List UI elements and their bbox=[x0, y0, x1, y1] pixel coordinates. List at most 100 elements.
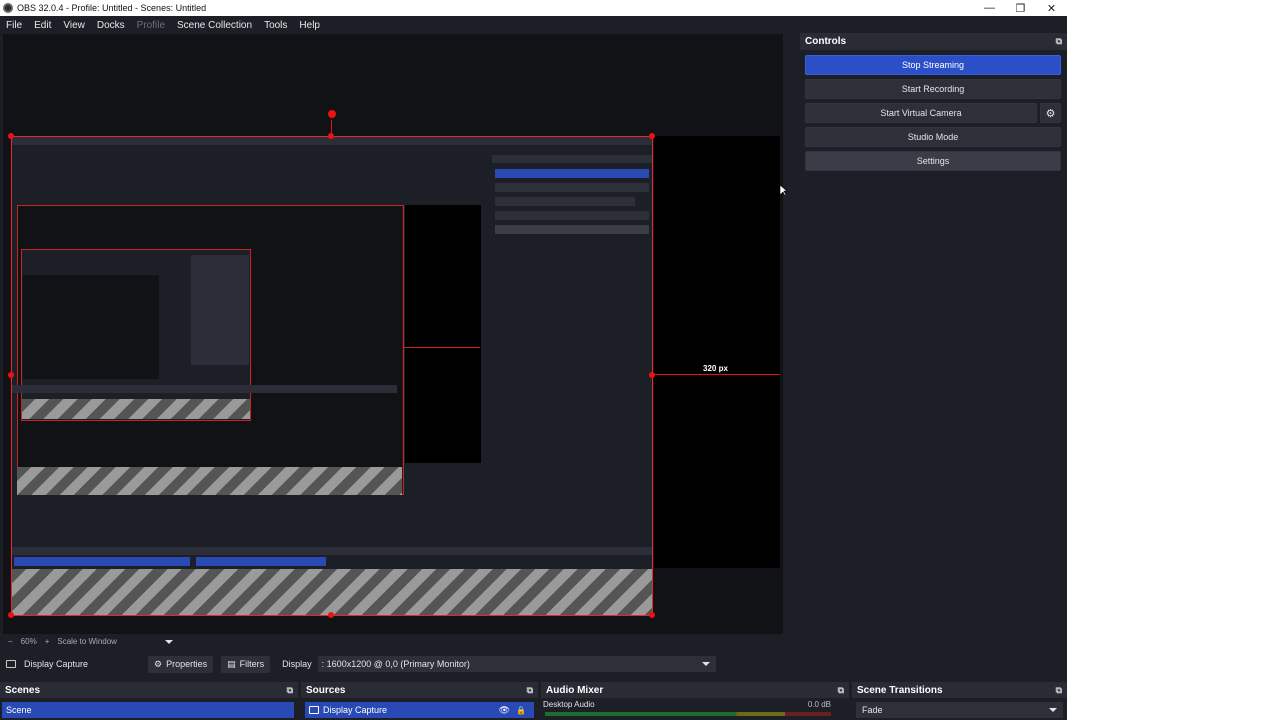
zoom-dropdown-icon[interactable] bbox=[157, 637, 173, 646]
display-capture-source[interactable] bbox=[11, 136, 653, 616]
distance-guide-label: 320 px bbox=[703, 364, 728, 373]
scene-list-item[interactable]: Scene bbox=[2, 702, 294, 718]
nested-nested-redbox bbox=[21, 249, 251, 421]
menu-edit[interactable]: Edit bbox=[28, 20, 57, 31]
transform-handle-r[interactable] bbox=[649, 372, 655, 378]
mixer-channel-level: 0.0 dB bbox=[807, 700, 831, 709]
studio-mode-button[interactable]: Studio Mode bbox=[805, 127, 1061, 147]
sources-title: Sources bbox=[306, 684, 346, 696]
restore-button[interactable]: ❐ bbox=[1005, 0, 1036, 16]
scale-to-window[interactable]: Scale to Window bbox=[57, 637, 117, 646]
gear-icon: ⚙ bbox=[154, 658, 163, 669]
controls-dock-title: Controls ⧉ bbox=[800, 33, 1067, 50]
transform-handle-tr[interactable] bbox=[649, 133, 655, 139]
scenes-dock: Scenes ⧉ Scene bbox=[0, 682, 298, 720]
chevron-down-icon bbox=[701, 662, 710, 666]
source-item-label: Display Capture bbox=[323, 705, 388, 715]
undock-icon[interactable]: ⧉ bbox=[287, 685, 293, 696]
chevron-down-icon bbox=[1049, 708, 1057, 712]
transform-handle-t[interactable] bbox=[328, 133, 334, 139]
source-list-item[interactable]: Display Capture 👁 🔒 bbox=[305, 702, 534, 718]
nested-stop-streaming bbox=[495, 169, 649, 178]
filter-icon: ▤ bbox=[227, 658, 236, 669]
undock-icon[interactable]: ⧉ bbox=[1056, 685, 1062, 696]
obs-app-icon bbox=[3, 3, 13, 13]
nested-canvas-black bbox=[405, 205, 481, 463]
transform-handle-bl[interactable] bbox=[8, 612, 14, 618]
rotation-handle[interactable] bbox=[328, 110, 336, 118]
volume-meter bbox=[545, 712, 831, 716]
menu-docks[interactable]: Docks bbox=[91, 20, 131, 31]
menu-view[interactable]: View bbox=[57, 20, 91, 31]
scene-transitions-title: Scene Transitions bbox=[857, 684, 943, 696]
transform-handle-l[interactable] bbox=[8, 372, 14, 378]
audio-mixer-dock: Audio Mixer ⧉ Desktop Audio 0.0 dB bbox=[541, 682, 849, 720]
nested-controls-title bbox=[492, 155, 652, 163]
scene-transitions-dock: Scene Transitions ⧉ Fade bbox=[852, 682, 1067, 720]
display-label: Display bbox=[282, 659, 312, 669]
minimize-button[interactable]: — bbox=[974, 0, 1005, 16]
nested-start-recording bbox=[495, 183, 649, 192]
start-virtual-camera-button[interactable]: Start Virtual Camera bbox=[805, 103, 1037, 123]
start-recording-button[interactable]: Start Recording bbox=[805, 79, 1061, 99]
nested-docks-titles bbox=[12, 385, 397, 393]
mouse-cursor-icon bbox=[780, 185, 788, 197]
window-titlebar: OBS 32.0.4 - Profile: Untitled - Scenes:… bbox=[0, 0, 1067, 16]
scene-transitions-dock-title: Scene Transitions ⧉ bbox=[852, 682, 1067, 698]
source-toolbar: Display Capture ⚙ Properties ▤ Filters D… bbox=[0, 650, 795, 678]
controls-dock: Controls ⧉ Stop Streaming Start Recordin… bbox=[800, 33, 1067, 693]
lock-icon[interactable]: 🔒 bbox=[516, 706, 526, 715]
nested-settings bbox=[495, 225, 649, 234]
transform-handle-br[interactable] bbox=[649, 612, 655, 618]
nested-source-toolbar bbox=[12, 531, 492, 539]
properties-label: Properties bbox=[166, 659, 208, 669]
nested-preview bbox=[17, 205, 481, 495]
menu-scene-collection[interactable]: Scene Collection bbox=[171, 20, 258, 31]
menu-help[interactable]: Help bbox=[293, 20, 326, 31]
selected-source-name: Display Capture bbox=[24, 659, 89, 669]
properties-button[interactable]: ⚙ Properties bbox=[148, 655, 214, 673]
zoom-in-button[interactable]: + bbox=[45, 637, 50, 646]
scenes-title: Scenes bbox=[5, 684, 41, 696]
close-button[interactable]: ✕ bbox=[1036, 0, 1067, 16]
virtual-camera-settings-gear-icon[interactable]: ⚙ bbox=[1040, 103, 1061, 123]
controls-title: Controls bbox=[805, 36, 847, 47]
sources-dock: Sources ⧉ Display Capture 👁 🔒 bbox=[301, 682, 538, 720]
undock-icon[interactable]: ⧉ bbox=[527, 685, 533, 696]
display-select[interactable]: : 1600x1200 @ 0,0 (Primary Monitor) bbox=[317, 656, 716, 672]
preview-canvas[interactable]: 320 px bbox=[3, 34, 788, 634]
settings-button[interactable]: Settings bbox=[805, 151, 1061, 171]
filters-label: Filters bbox=[239, 659, 265, 669]
nested-studio-mode bbox=[495, 211, 649, 220]
menu-profile[interactable]: Profile bbox=[131, 20, 171, 31]
zoom-bar: − 60% + Scale to Window bbox=[0, 634, 790, 648]
transform-handle-tl[interactable] bbox=[8, 133, 14, 139]
distance-guide-line bbox=[654, 374, 780, 375]
transition-select[interactable]: Fade bbox=[856, 702, 1063, 718]
transition-select-value: Fade bbox=[862, 705, 883, 715]
nested-scene-item bbox=[14, 557, 190, 566]
undock-icon[interactable]: ⧉ bbox=[1056, 36, 1062, 47]
selected-source: Display Capture bbox=[6, 659, 88, 669]
nested-source-item bbox=[196, 557, 326, 566]
nested-guide bbox=[404, 347, 480, 348]
filters-button[interactable]: ▤ Filters bbox=[221, 655, 271, 673]
desktop-background bbox=[1067, 0, 1280, 720]
nested-virtual-camera bbox=[495, 197, 635, 206]
mixer-channel-name: Desktop Audio bbox=[543, 700, 595, 709]
sources-dock-title: Sources ⧉ bbox=[301, 682, 538, 698]
zoom-out-button[interactable]: − bbox=[8, 637, 13, 646]
zoom-level: 60% bbox=[20, 636, 37, 646]
visibility-eye-icon[interactable]: 👁 bbox=[499, 705, 510, 716]
window-title: OBS 32.0.4 - Profile: Untitled - Scenes:… bbox=[17, 3, 207, 13]
stop-streaming-button[interactable]: Stop Streaming bbox=[805, 55, 1061, 75]
transform-handle-b[interactable] bbox=[328, 612, 334, 618]
audio-mixer-dock-title: Audio Mixer ⧉ bbox=[541, 682, 849, 698]
menu-file[interactable]: File bbox=[0, 20, 28, 31]
menu-tools[interactable]: Tools bbox=[258, 20, 293, 31]
nested-menubar bbox=[12, 145, 652, 153]
undock-icon[interactable]: ⧉ bbox=[838, 685, 844, 696]
audio-mixer-title: Audio Mixer bbox=[546, 684, 604, 696]
scenes-dock-title: Scenes ⧉ bbox=[0, 682, 298, 698]
nested-bottom-titles bbox=[12, 547, 652, 555]
